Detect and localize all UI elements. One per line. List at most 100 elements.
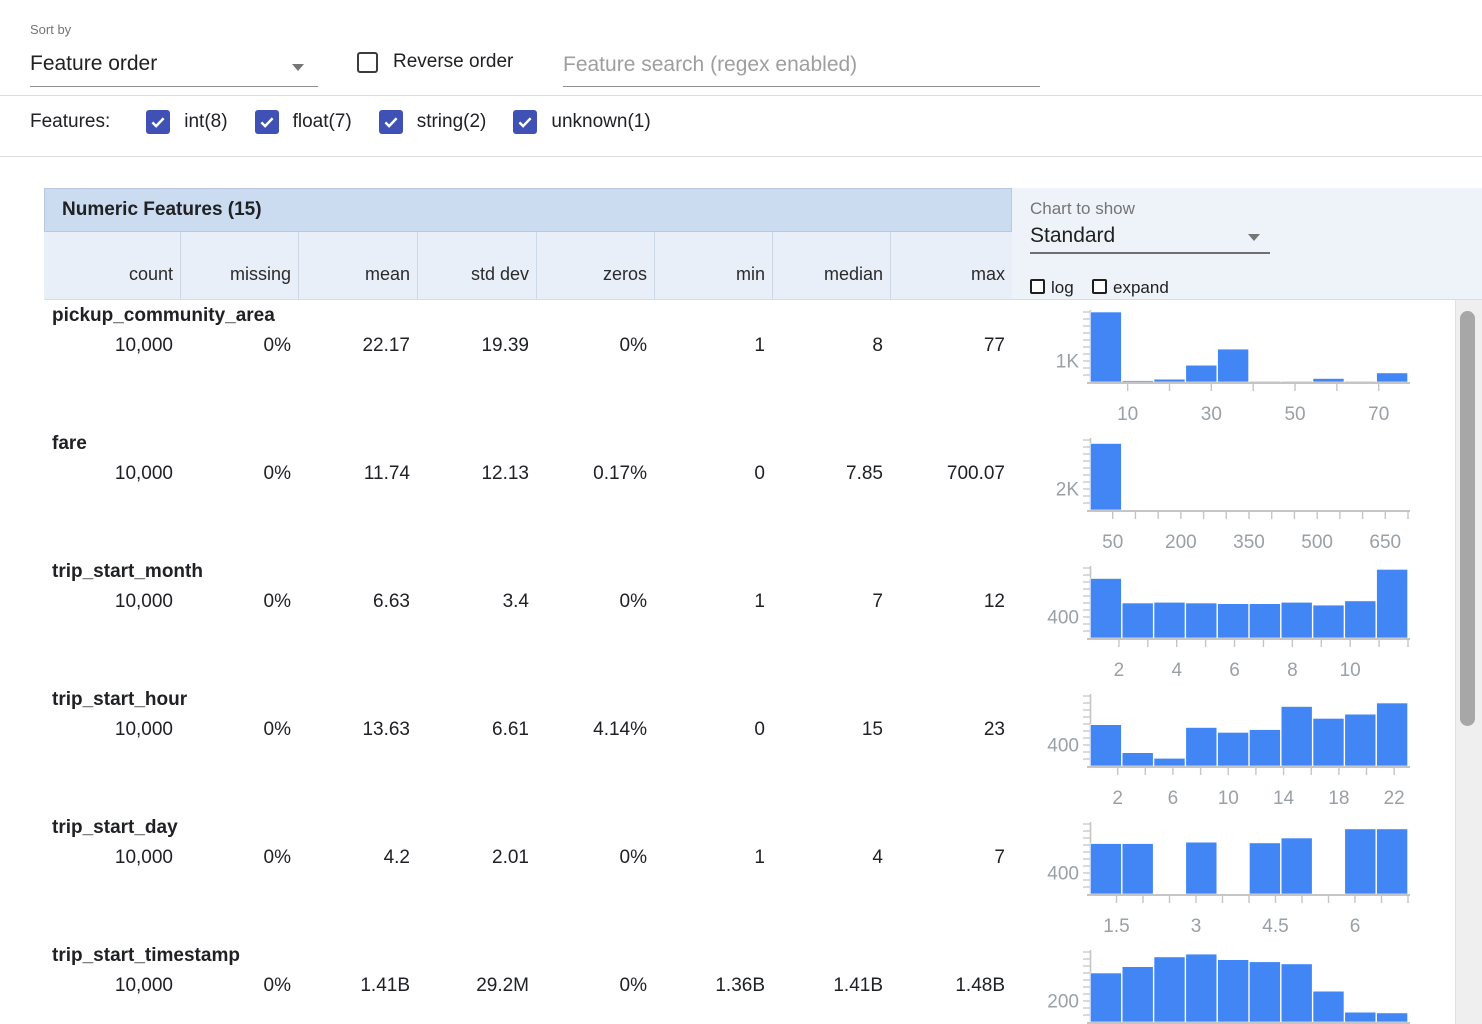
stat-value: 11.74 <box>298 463 417 485</box>
stat-value: 0 <box>654 463 772 485</box>
svg-text:4: 4 <box>1171 660 1182 681</box>
feature-histogram: 2K50200350500650 <box>1030 432 1420 556</box>
reverse-order-checkbox[interactable] <box>357 52 378 73</box>
svg-text:18: 18 <box>1328 788 1349 809</box>
stat-value: 1.41B <box>772 975 890 997</box>
stat-value: 0% <box>180 975 298 997</box>
stat-value: 0% <box>536 335 654 357</box>
stat-value: 10,000 <box>44 847 180 869</box>
table-column-headers: countmissingmeanstd devzerosminmedianmax <box>44 232 1012 300</box>
checkbox-checked-icon[interactable] <box>379 110 403 134</box>
column-header: std dev <box>417 232 536 299</box>
stat-value: 19.39 <box>417 335 536 357</box>
chevron-down-icon <box>1248 234 1260 241</box>
feature-row: pickup_community_area 10,0000%22.1719.39… <box>0 300 1482 428</box>
checkbox-checked-icon[interactable] <box>146 110 170 134</box>
reverse-order-label: Reverse order <box>393 51 513 73</box>
stat-value: 1.36B <box>654 975 772 997</box>
stat-value: 6.63 <box>298 591 417 613</box>
feature-search-input[interactable] <box>563 44 1040 87</box>
stat-value: 2.01 <box>417 847 536 869</box>
feature-stats: 10,0000%1.41B29.2M0%1.36B1.41B1.48B <box>44 975 1012 997</box>
feature-row: trip_start_hour 10,0000%13.636.614.14%01… <box>0 684 1482 812</box>
numeric-features-title: Numeric Features (15) <box>44 188 1012 232</box>
stat-value: 4 <box>772 847 890 869</box>
svg-text:650: 650 <box>1369 532 1401 553</box>
svg-text:6: 6 <box>1168 788 1179 809</box>
svg-text:4.5: 4.5 <box>1262 916 1288 937</box>
svg-text:2K: 2K <box>1056 480 1080 501</box>
feature-histogram: 200 <box>1030 944 1420 1024</box>
filter-label: int(8) <box>184 111 227 133</box>
svg-text:3: 3 <box>1191 916 1202 937</box>
stat-value: 3.4 <box>417 591 536 613</box>
svg-text:22: 22 <box>1384 788 1405 809</box>
stat-value: 0% <box>180 463 298 485</box>
stat-value: 10,000 <box>44 975 180 997</box>
stat-value: 1.41B <box>298 975 417 997</box>
filter-checkbox-unknown1[interactable]: unknown(1) <box>513 110 650 134</box>
scrollbar-track[interactable] <box>1455 300 1482 1024</box>
column-header: min <box>654 232 772 299</box>
stat-value: 22.17 <box>298 335 417 357</box>
svg-text:1.5: 1.5 <box>1103 916 1129 937</box>
filter-checkbox-string2[interactable]: string(2) <box>379 110 487 134</box>
log-checkbox[interactable] <box>1030 279 1045 294</box>
expand-checkbox[interactable] <box>1092 279 1107 294</box>
filter-checkbox-int8[interactable]: int(8) <box>146 110 227 134</box>
svg-text:10: 10 <box>1340 660 1361 681</box>
svg-text:500: 500 <box>1301 532 1333 553</box>
feature-name: trip_start_month <box>52 561 203 583</box>
svg-text:350: 350 <box>1233 532 1265 553</box>
feature-stats: 10,0000%11.7412.130.17%07.85700.07 <box>44 463 1012 485</box>
checkbox-checked-icon[interactable] <box>513 110 537 134</box>
stat-value: 1 <box>654 591 772 613</box>
chart-to-show-label: Chart to show <box>1030 199 1135 219</box>
svg-text:30: 30 <box>1201 404 1222 425</box>
scrollbar-thumb[interactable] <box>1460 311 1475 726</box>
feature-name: pickup_community_area <box>52 305 275 327</box>
svg-text:2: 2 <box>1112 788 1123 809</box>
stat-value: 6.61 <box>417 719 536 741</box>
stat-value: 0% <box>536 591 654 613</box>
svg-text:10: 10 <box>1218 788 1239 809</box>
chart-type-value: Standard <box>1030 224 1115 248</box>
svg-text:8: 8 <box>1287 660 1298 681</box>
svg-text:200: 200 <box>1165 532 1197 553</box>
stat-value: 10,000 <box>44 463 180 485</box>
svg-text:50: 50 <box>1284 404 1305 425</box>
stat-value: 10,000 <box>44 719 180 741</box>
stat-value: 1.48B <box>890 975 1012 997</box>
column-header: zeros <box>536 232 654 299</box>
stat-value: 23 <box>890 719 1012 741</box>
sort-by-dropdown[interactable]: Feature order <box>30 48 318 87</box>
chart-controls-panel: Chart to show Standard log expand <box>1012 188 1482 300</box>
column-header: mean <box>298 232 417 299</box>
checkbox-checked-icon[interactable] <box>255 110 279 134</box>
stat-value: 0% <box>536 847 654 869</box>
stat-value: 4.2 <box>298 847 417 869</box>
stat-value: 0% <box>180 335 298 357</box>
svg-text:1K: 1K <box>1056 352 1080 373</box>
feature-row: trip_start_month 10,0000%6.633.40%1712 4… <box>0 556 1482 684</box>
stat-value: 12.13 <box>417 463 536 485</box>
filter-label: float(7) <box>293 111 352 133</box>
feature-histogram: 4001.534.56 <box>1030 816 1420 940</box>
stat-value: 0% <box>180 719 298 741</box>
filter-checkbox-float7[interactable]: float(7) <box>255 110 352 134</box>
stat-value: 0.17% <box>536 463 654 485</box>
feature-row: trip_start_timestamp 10,0000%1.41B29.2M0… <box>0 940 1482 1024</box>
stat-value: 0% <box>180 591 298 613</box>
stat-value: 12 <box>890 591 1012 613</box>
chart-type-dropdown[interactable]: Standard <box>1030 222 1270 254</box>
divider <box>0 95 1482 96</box>
svg-text:200: 200 <box>1047 992 1079 1013</box>
svg-text:14: 14 <box>1273 788 1295 809</box>
stat-value: 29.2M <box>417 975 536 997</box>
feature-histogram: 4002610141822 <box>1030 688 1420 812</box>
stat-value: 700.07 <box>890 463 1012 485</box>
stat-value: 0 <box>654 719 772 741</box>
column-header: missing <box>180 232 298 299</box>
stat-value: 13.63 <box>298 719 417 741</box>
feature-stats: 10,0000%22.1719.390%1877 <box>44 335 1012 357</box>
